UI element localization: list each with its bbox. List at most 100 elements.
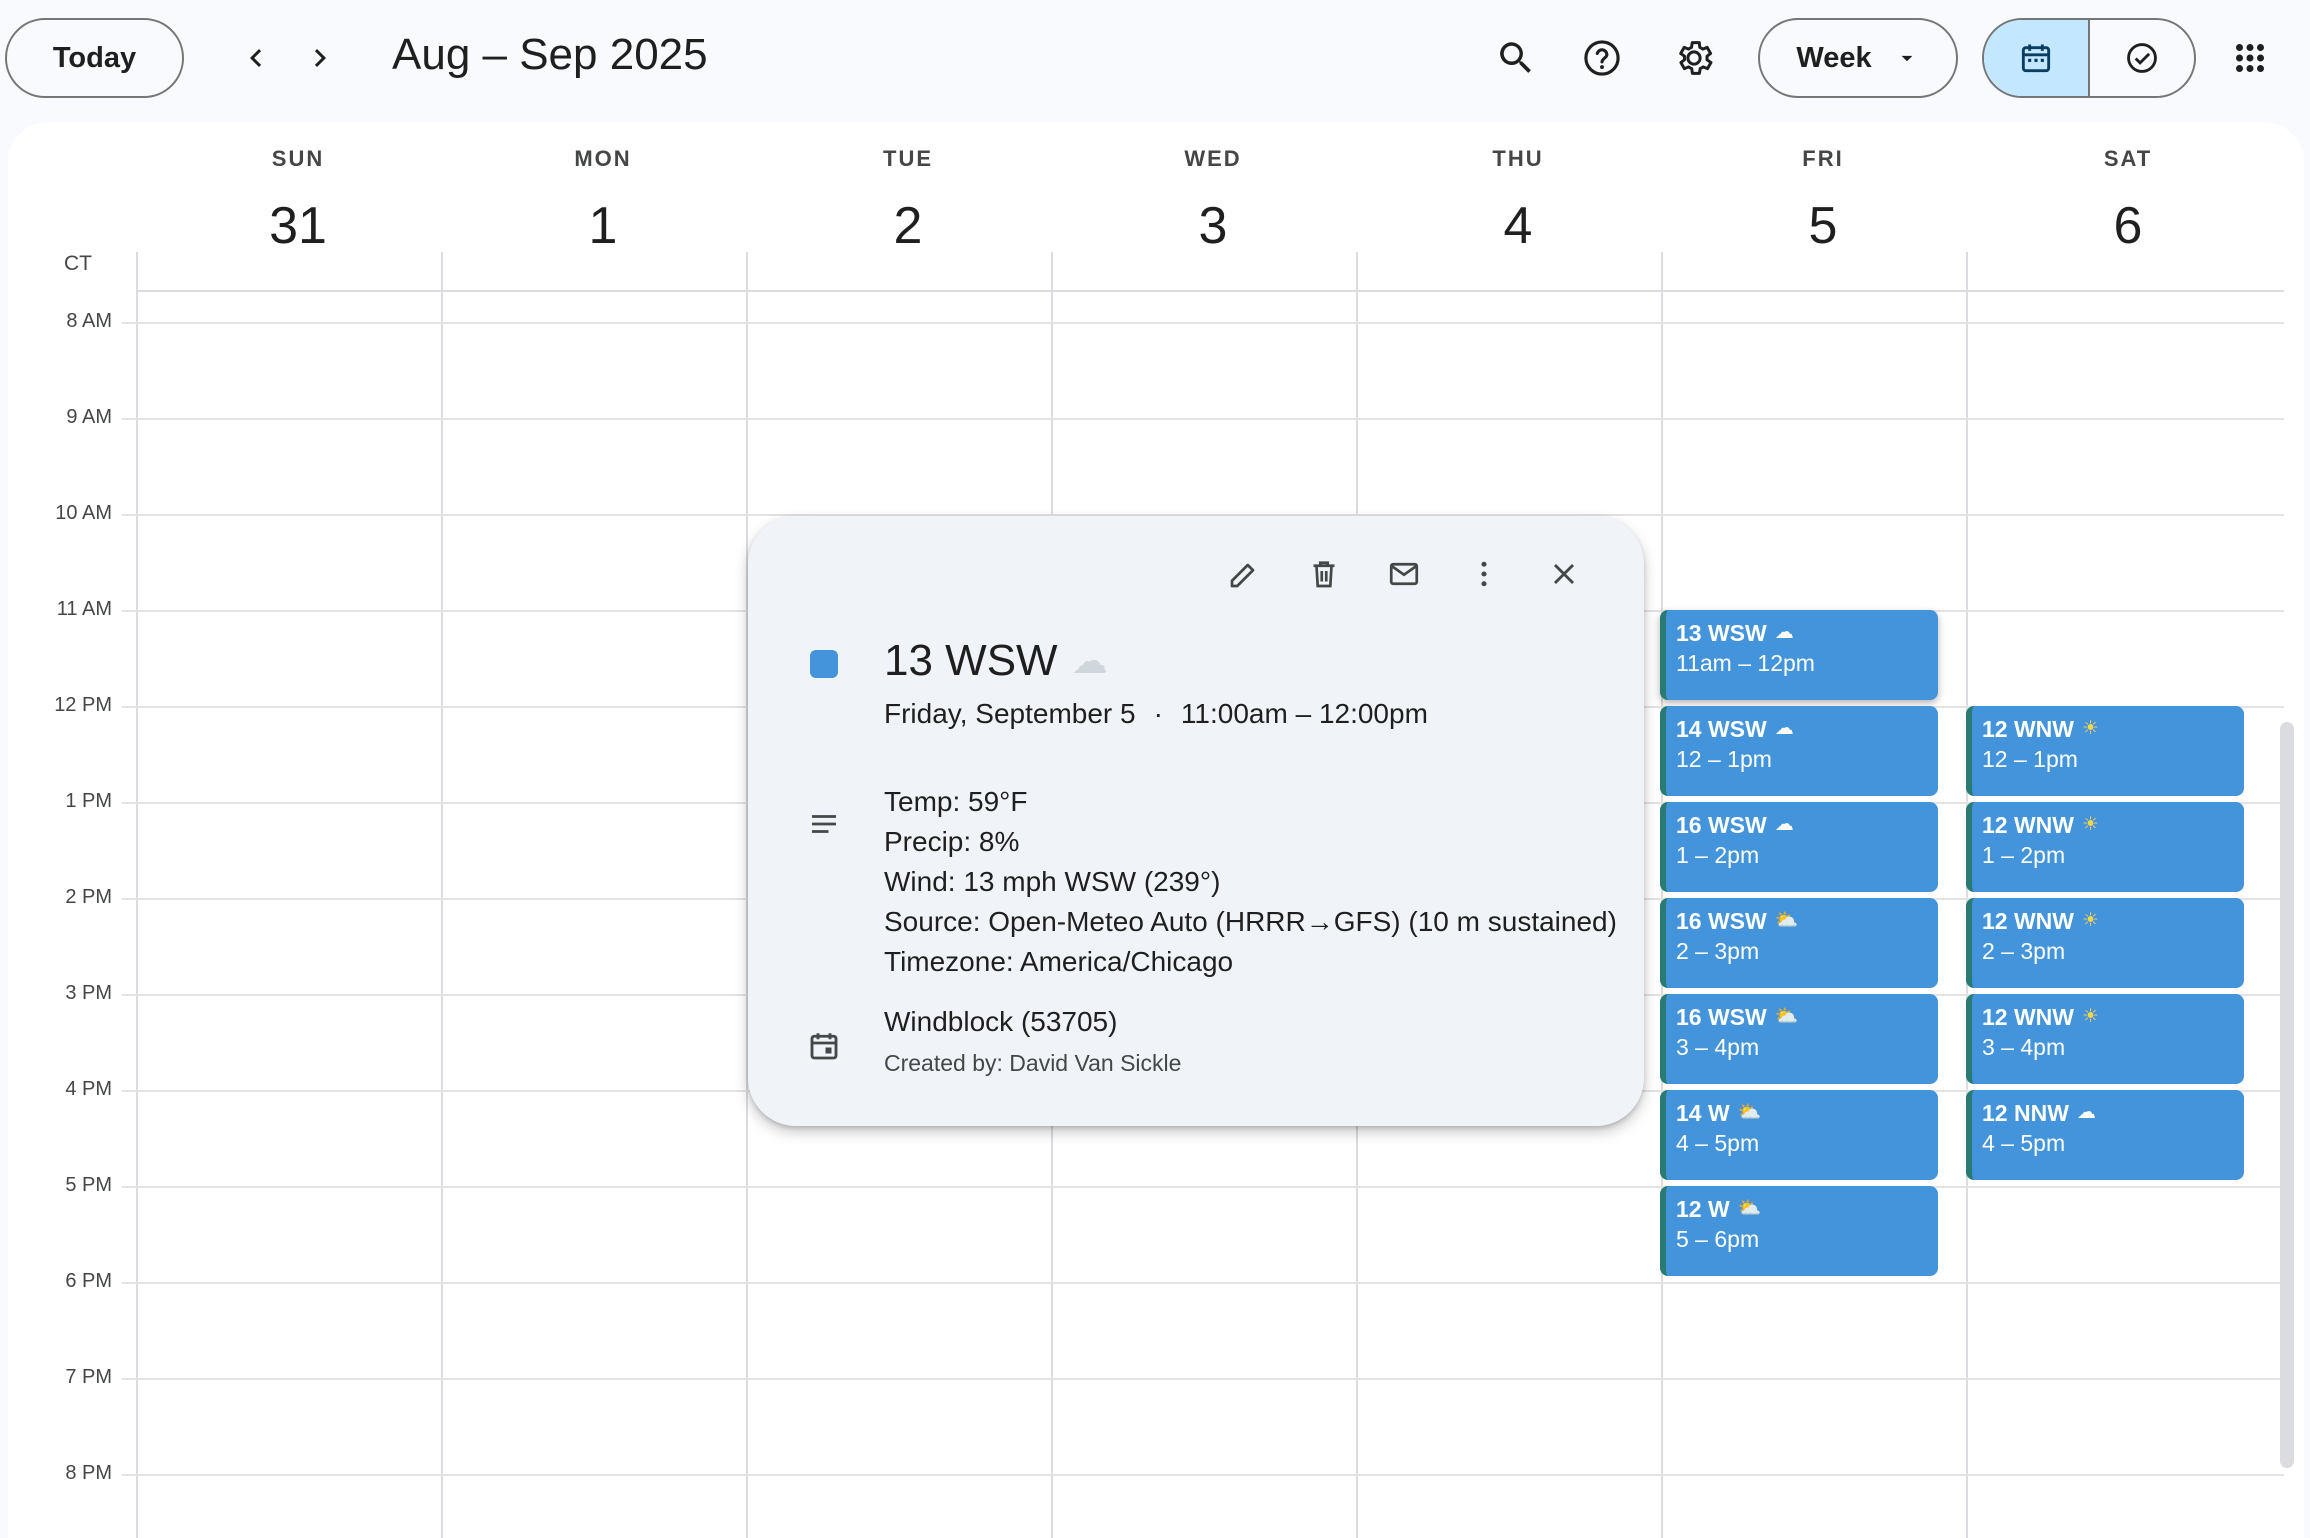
event-title-row: 16 WSW ⛅ (1676, 1002, 1928, 1032)
calendar-event[interactable]: 16 WSW ⛅ 2 – 3pm (1660, 898, 1938, 988)
settings-button[interactable] (1664, 28, 1724, 88)
event-title: 12 WNW (1982, 812, 2074, 838)
day-of-week-thu: THU (1492, 146, 1544, 171)
cloud-icon: ☁ (1774, 718, 1794, 739)
delete-event-button[interactable] (1296, 546, 1352, 602)
day-of-week-tue: TUE (883, 146, 933, 171)
calendar-view-button[interactable] (1984, 20, 2090, 96)
next-week-button[interactable] (292, 30, 348, 86)
day-of-week-wed: WED (1184, 146, 1242, 171)
day-of-week-sun: SUN (271, 146, 325, 171)
event-title-row: 12 W ⛅ (1676, 1194, 1928, 1224)
cloud-icon: ☁ (1774, 814, 1794, 835)
hour-gridline (122, 1186, 2284, 1188)
help-button[interactable] (1572, 28, 1632, 88)
hour-label: 9 AM (66, 406, 112, 428)
search-icon (1500, 42, 1531, 73)
tasks-view-button[interactable] (2090, 20, 2194, 96)
event-title: 12 WNW (1982, 1004, 2074, 1030)
event-title-row: 12 WNW ☀ (1982, 810, 2234, 840)
google-apps-button[interactable] (2220, 28, 2280, 88)
partly-cloudy-icon: ⛅ (1774, 910, 1799, 931)
hour-label: 10 AM (55, 502, 112, 524)
event-title-row: 12 WNW ☀ (1982, 1002, 2234, 1032)
event-time: 4 – 5pm (1676, 1130, 1760, 1156)
partly-cloudy-icon: ⛅ (1737, 1198, 1762, 1219)
hour-label: 11 AM (56, 598, 112, 620)
description-line: Precip: 8% (884, 826, 1020, 857)
date-number-2[interactable]: 2 (756, 196, 1060, 256)
hour-label: 7 PM (65, 1366, 112, 1388)
cloud-icon: ☁ (1774, 622, 1794, 643)
hour-label: 3 PM (65, 982, 112, 1004)
header-divider (136, 290, 2284, 292)
hour-gridline (122, 418, 2284, 420)
hour-gridline (122, 1474, 2284, 1476)
cloud-icon: ☁ (1071, 640, 1108, 681)
day-of-week-fri: FRI (1802, 146, 1844, 171)
view-switcher-dropdown[interactable]: Week (1758, 18, 1958, 98)
calendar-event[interactable]: 16 WSW ⛅ 3 – 4pm (1660, 994, 1938, 1084)
hour-label: 1 PM (65, 790, 112, 812)
calendar-event[interactable]: 14 W ⛅ 4 – 5pm (1660, 1090, 1938, 1180)
event-details-popup: 13 WSW ☁ Friday, September 5 · 11:00am – 1… (748, 516, 1644, 1126)
calendar-event[interactable]: 14 WSW ☁ 12 – 1pm (1660, 706, 1938, 796)
event-date: Friday, September 5 (884, 698, 1136, 729)
today-button[interactable]: Today (5, 18, 184, 98)
event-title: 16 WSW (1676, 812, 1767, 838)
more-options-button[interactable] (1456, 546, 1512, 602)
hour-label: 4 PM (65, 1078, 112, 1100)
date-number-3[interactable]: 3 (1061, 196, 1365, 256)
date-number-1[interactable]: 1 (451, 196, 755, 256)
chevron-left-icon (250, 49, 262, 67)
event-color-swatch (810, 650, 838, 678)
hour-label: 8 AM (66, 310, 112, 332)
calendar-event[interactable]: 12 WNW ☀ 2 – 3pm (1966, 898, 2244, 988)
date-number-5[interactable]: 5 (1671, 196, 1975, 256)
previous-week-button[interactable] (228, 30, 284, 86)
date-number-4[interactable]: 4 (1366, 196, 1670, 256)
calendar-event-icon (810, 1033, 838, 1060)
event-time: 2 – 3pm (1982, 938, 2066, 964)
email-guests-button[interactable] (1376, 546, 1432, 602)
chevron-right-icon (314, 49, 326, 67)
hour-label: 12 PM (54, 694, 112, 716)
edit-event-button[interactable] (1216, 546, 1272, 602)
event-title-row: 16 WSW ⛅ (1676, 906, 1928, 936)
close-icon (1553, 563, 1575, 585)
search-button[interactable] (1486, 28, 1546, 88)
calendar-event[interactable]: 13 WSW ☁ 11am – 12pm (1660, 610, 1938, 700)
description-line: Wind: 13 mph WSW (239°) (884, 866, 1221, 897)
edit-pencil-icon (1230, 563, 1255, 588)
calendar-event[interactable]: 12 WNW ☀ 12 – 1pm (1966, 706, 2244, 796)
more-vert-icon (1481, 561, 1487, 587)
event-title: 12 WNW (1982, 716, 2074, 742)
hour-gridline (122, 322, 2284, 324)
delete-trash-icon (1313, 561, 1335, 588)
event-description: Temp: 59°F Precip: 8% Wind: 13 mph WSW (… (884, 782, 1617, 982)
calendar-event[interactable]: 16 WSW ☁ 1 – 2pm (1660, 802, 1938, 892)
event-title-row: 16 WSW ☁ (1676, 810, 1928, 840)
calendar-event[interactable]: 12 NNW ☁ 4 – 5pm (1966, 1090, 2244, 1180)
cloud-icon: ☁ (2076, 1102, 2096, 1123)
event-title: 12 WNW (1982, 908, 2074, 934)
event-title-row: 12 WNW ☀ (1982, 714, 2234, 744)
date-number-31[interactable]: 31 (146, 196, 450, 256)
hour-label: 8 PM (65, 1462, 112, 1484)
close-popup-button[interactable] (1536, 546, 1592, 602)
date-number-6[interactable]: 6 (1976, 196, 2280, 256)
event-title-heading: 13 WSW ☁ (884, 636, 1108, 686)
event-title: 13 WSW (1676, 620, 1767, 646)
sun-icon: ☀ (2082, 910, 2100, 931)
event-title-row: 12 WNW ☀ (1982, 906, 2234, 936)
calendar-event[interactable]: 12 WNW ☀ 3 – 4pm (1966, 994, 2244, 1084)
day-column-divider (1966, 252, 1968, 1538)
grid-scrollbar[interactable] (2280, 722, 2294, 1468)
calendar-event[interactable]: 12 WNW ☀ 1 – 2pm (1966, 802, 2244, 892)
view-switcher-label: Week (1796, 41, 1872, 74)
calendar-event[interactable]: 12 W ⛅ 5 – 6pm (1660, 1186, 1938, 1276)
partly-cloudy-icon: ⛅ (1774, 1006, 1799, 1027)
event-title-row: 14 WSW ☁ (1676, 714, 1928, 744)
sun-icon: ☀ (2082, 1006, 2100, 1027)
gear-icon (1679, 41, 1713, 75)
